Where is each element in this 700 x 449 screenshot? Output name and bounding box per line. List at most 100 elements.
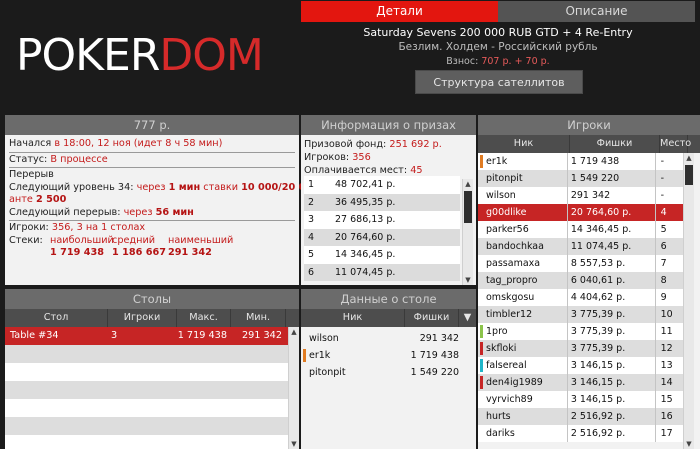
ante-line: анте 2 500	[9, 194, 295, 207]
player-row[interactable]: parker56 14 346,45 р. 5	[478, 221, 683, 238]
player-nick-text: wilson	[486, 190, 516, 201]
scroll-up-icon[interactable]: ▲	[289, 327, 299, 337]
col-players[interactable]: Игроки	[108, 309, 177, 327]
table-player-row[interactable]: wilson 291 342	[301, 330, 476, 347]
prize-row[interactable]: 2 36 495,35 р.	[304, 193, 460, 211]
prize-scrollbar[interactable]: ▲ ▼	[462, 179, 473, 285]
player-row[interactable]: bandochkaa 11 074,45 р. 6	[478, 238, 683, 255]
scroll-down-icon[interactable]: ▼	[684, 439, 694, 449]
stack-smallest-value: 291 342	[168, 247, 212, 258]
col-max[interactable]: Макс.	[177, 309, 231, 327]
prize-amount: 14 346,45 р.	[335, 249, 396, 260]
tournament-title: Saturday Sevens 200 000 RUB GTD + 4 Re-E…	[363, 26, 633, 39]
prize-row[interactable]: 6 11 074,45 р.	[304, 263, 460, 281]
col-chips[interactable]: Фишки	[405, 309, 459, 327]
player-row[interactable]: dariks 2 516,92 р. 17	[478, 425, 683, 442]
scroll-up-icon[interactable]: ▲	[684, 153, 694, 163]
prize-amount: 27 686,13 р.	[335, 214, 396, 225]
player-chips: 2 516,92 р.	[568, 425, 656, 442]
started-line: Начался в 18:00, 12 ноя (идет 8 ч 58 мин…	[9, 138, 295, 151]
table-player-row[interactable]: pitonpit 1 549 220	[301, 364, 476, 381]
player-chips: 3 775,39 р.	[568, 323, 656, 340]
ante-value: 2 500	[35, 194, 67, 205]
player-chips: 6 040,61 р.	[568, 272, 656, 289]
players-label: Игроки:	[9, 222, 49, 233]
sort-chevron-down-icon[interactable]: ▼	[459, 309, 476, 327]
player-marker	[480, 376, 483, 389]
player-row[interactable]: tag_propro 6 040,61 р. 8	[478, 272, 683, 289]
player-nick-text: dariks	[486, 428, 515, 439]
tab-bar: Детали Описание	[301, 1, 695, 22]
prize-row[interactable]: 3 27 686,13 р.	[304, 211, 460, 229]
player-row[interactable]: g00dlike 20 764,60 р. 4	[478, 204, 683, 221]
player-nick-text: pitonpit	[486, 173, 523, 184]
pokerdom-logo: POKERDOM	[16, 32, 264, 80]
player-row[interactable]: 1pro 3 775,39 р. 11	[478, 323, 683, 340]
tables-column-headers: Стол Игроки Макс. Мин.	[5, 309, 299, 327]
player-marker	[480, 325, 483, 338]
tables-scrollbar[interactable]: ▲ ▼	[288, 327, 299, 449]
table-row-empty	[5, 435, 288, 449]
player-row[interactable]: skfloki 3 775,39 р. 12	[478, 340, 683, 357]
player-nick-text: falsereal	[486, 360, 527, 371]
col-place[interactable]: Место	[660, 135, 691, 153]
next-level-line: Следующий уровень 34: через 1 мин ставки…	[9, 181, 319, 195]
player-row[interactable]: wilson 291 342-	[478, 187, 683, 204]
player-row[interactable]: passamaxa 8 557,53 р. 7	[478, 255, 683, 272]
prize-row[interactable]: 4 20 764,60 р.	[304, 228, 460, 246]
player-row[interactable]: omskgosu 4 404,62 р. 9	[478, 289, 683, 306]
player-place: -	[660, 156, 665, 167]
players-scrollbar[interactable]: ▲ ▼	[683, 153, 694, 449]
scroll-thumb[interactable]	[685, 165, 693, 185]
tab-description[interactable]: Описание	[498, 1, 695, 22]
scroll-thumb[interactable]	[464, 191, 472, 223]
player-chips: 291 342	[419, 333, 459, 344]
player-place: 8	[660, 275, 667, 286]
table-data-column-headers: Ник Фишки ▼	[301, 309, 476, 327]
started-label: Начался	[9, 138, 52, 149]
player-row[interactable]: er1k 1 719 438-	[478, 153, 683, 170]
player-nick: parker56	[478, 221, 568, 238]
col-table[interactable]: Стол	[5, 309, 108, 327]
prize-fund-value: 251 692 р.	[389, 139, 442, 150]
status-line: Статус: В процессе	[9, 154, 295, 167]
player-chips: 3 775,39 р.	[568, 306, 656, 323]
buyin-header: 777 р.	[5, 115, 299, 135]
next-level-in: через	[136, 181, 166, 193]
stack-average-label: средний	[112, 234, 156, 246]
player-row[interactable]: timbler12 3 775,39 р. 10	[478, 306, 683, 323]
tab-details[interactable]: Детали	[301, 1, 498, 22]
player-row[interactable]: vyrvich89 3 146,15 р. 15	[478, 391, 683, 408]
table-row[interactable]: Table #34 3 1 719 438 291 342	[5, 327, 299, 345]
player-row[interactable]: pitonpit 1 549 220-	[478, 170, 683, 187]
player-nick-text: tag_propro	[486, 275, 538, 286]
next-level-time: 1 мин	[168, 181, 201, 193]
player-nick-text: omskgosu	[486, 292, 535, 303]
prize-row[interactable]: 5 14 346,45 р.	[304, 246, 460, 264]
col-chips[interactable]: Фишки	[570, 135, 660, 153]
player-nick: wilson	[478, 187, 568, 204]
col-nick[interactable]: Ник	[478, 135, 570, 153]
scroll-down-icon[interactable]: ▼	[289, 439, 299, 449]
player-nick: pitonpit	[478, 170, 568, 187]
prize-place: 1	[308, 179, 315, 190]
player-nick-text: hurts	[486, 411, 511, 422]
scroll-down-icon[interactable]: ▼	[463, 275, 473, 285]
table-player-row[interactable]: er1k 1 719 438	[301, 347, 476, 364]
prize-row[interactable]: 1 48 702,41 р.	[304, 176, 460, 194]
player-row[interactable]: den4ig1989 3 146,15 р. 14	[478, 374, 683, 391]
table-data-header: Данные о столе	[301, 289, 476, 309]
table-cell: 291 342	[241, 330, 282, 341]
player-nick: g00dlike	[478, 204, 568, 221]
player-place: 16	[660, 411, 673, 422]
col-min[interactable]: Мин.	[231, 309, 286, 327]
player-chips: 1 549 220	[410, 367, 459, 378]
player-row[interactable]: falsereal 3 146,15 р. 13	[478, 357, 683, 374]
player-marker	[480, 155, 483, 168]
player-row[interactable]: hurts 2 516,92 р. 16	[478, 408, 683, 425]
col-nick[interactable]: Ник	[301, 309, 405, 327]
satellites-structure-button[interactable]: Структура сателлитов	[415, 70, 583, 94]
scroll-up-icon[interactable]: ▲	[463, 179, 473, 189]
player-nick-text: er1k	[486, 156, 508, 167]
table-data-panel: Данные о столе Ник Фишки ▼ wilson 291 342…	[301, 289, 476, 449]
